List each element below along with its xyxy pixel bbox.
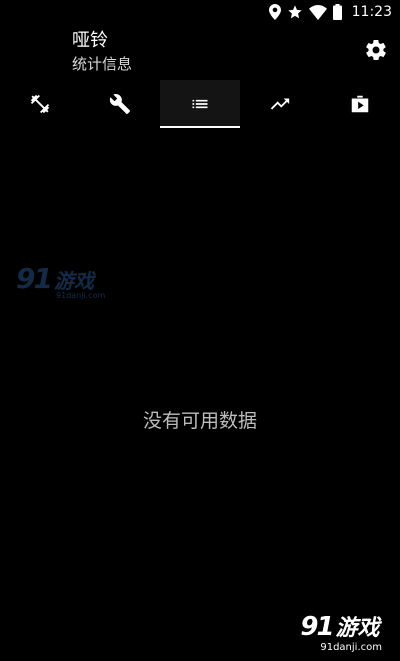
watermark-number: 91: [16, 262, 53, 295]
tab-bar: [0, 80, 400, 128]
video-library-icon: [349, 93, 371, 115]
page-title: 哑铃: [72, 30, 108, 51]
title-group: 哑铃 统计信息: [72, 30, 132, 74]
settings-button[interactable]: [364, 38, 388, 62]
tab-videos[interactable]: [320, 80, 400, 128]
empty-state-message: 没有可用数据: [142, 410, 257, 432]
watermark-text: 游戏: [53, 269, 94, 293]
watermark-logo-bottom: 91 游戏 91danji.com: [300, 610, 382, 653]
watermark-text: 游戏: [335, 616, 380, 641]
tab-exercises[interactable]: [0, 80, 80, 128]
tab-progress[interactable]: [240, 80, 320, 128]
status-time: 11:23: [351, 4, 392, 20]
watermark-logo-top: 91 游戏 91danji.com: [16, 262, 105, 300]
dumbbell-icon: [29, 93, 51, 115]
battery-icon: [332, 4, 342, 20]
tab-tools[interactable]: [80, 80, 160, 128]
wrench-icon: [109, 93, 131, 115]
tab-statistics[interactable]: [160, 80, 240, 128]
watermark-url: 91danji.com: [56, 291, 106, 300]
watermark-number: 91: [300, 612, 334, 642]
wifi-icon: [308, 4, 327, 20]
app-bar: 哑铃 统计信息: [0, 24, 400, 80]
page-subtitle: 统计信息: [72, 55, 133, 73]
status-bar: 11:23: [0, 0, 400, 24]
star-icon: [287, 4, 303, 20]
status-icons: 11:23: [268, 3, 392, 21]
list-icon: [190, 94, 210, 114]
location-icon: [268, 4, 281, 20]
watermark-url: 91danji.com: [320, 642, 382, 653]
trending-up-icon: [269, 93, 291, 115]
gear-icon: [364, 39, 388, 66]
